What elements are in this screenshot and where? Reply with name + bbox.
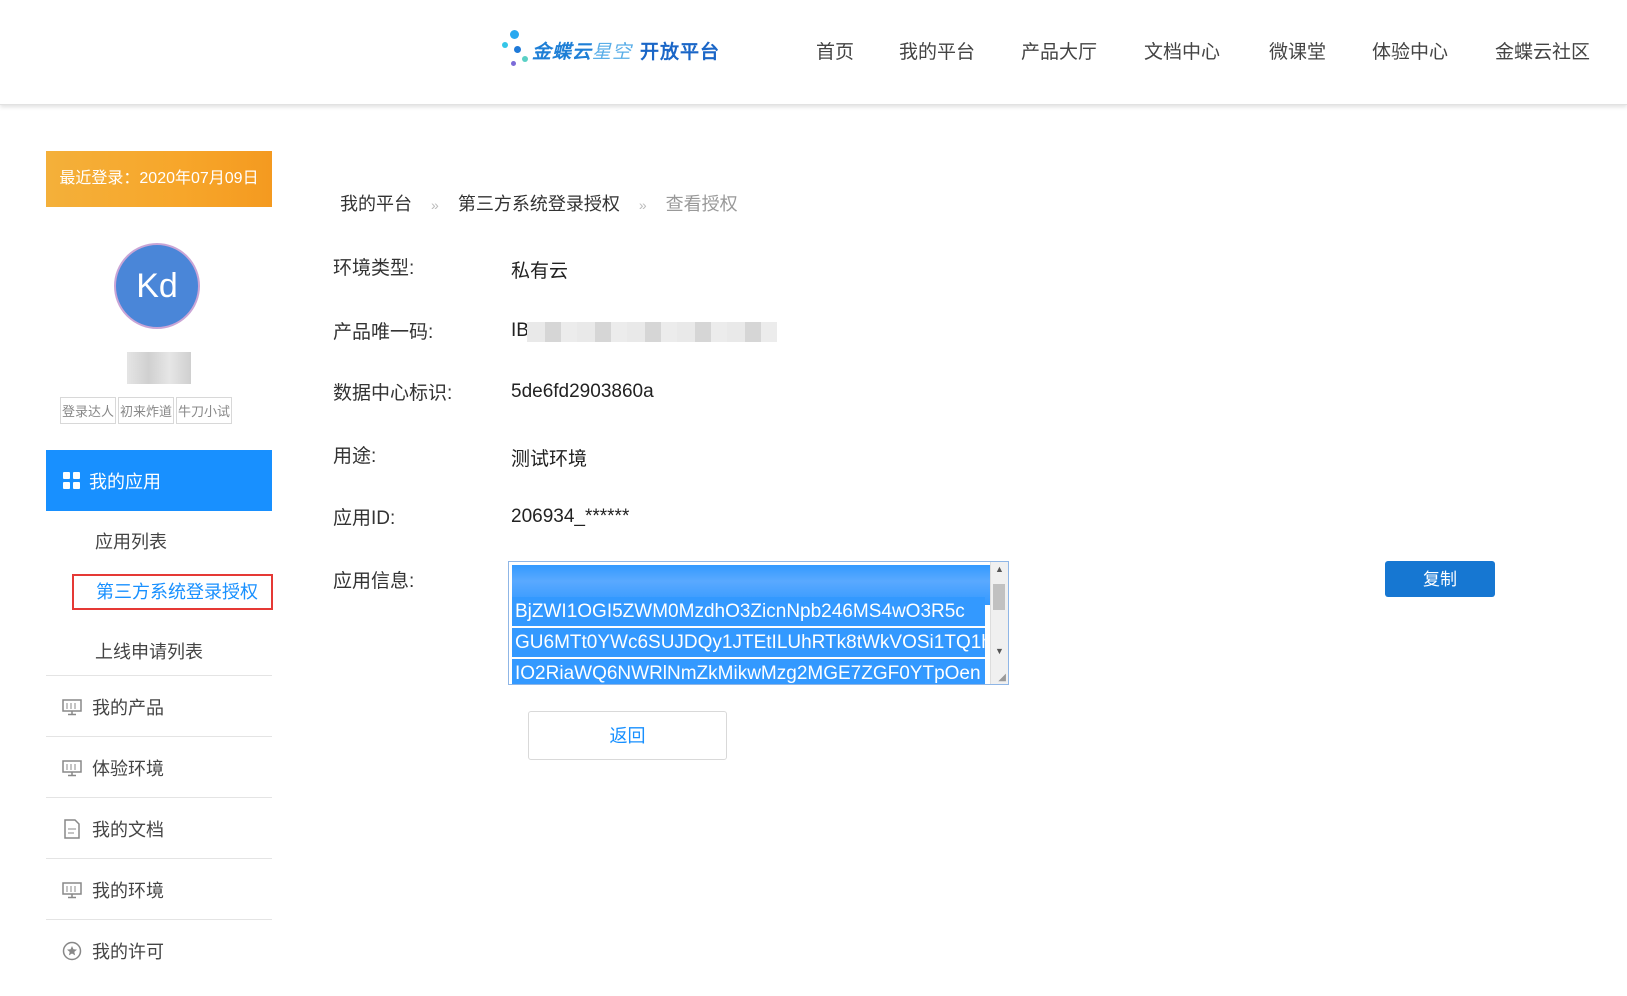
badge: 登录达人 bbox=[60, 397, 117, 424]
textarea-scrollbar[interactable]: ▲ ▼ bbox=[990, 562, 1008, 684]
badge: 初来炸道 bbox=[118, 397, 175, 424]
product-id-redacted bbox=[527, 322, 777, 342]
env-type-label: 环境类型: bbox=[333, 258, 415, 279]
document-icon bbox=[62, 818, 82, 839]
avatar[interactable]: Kd bbox=[114, 243, 200, 329]
app-id-value: 206934_****** bbox=[511, 506, 630, 527]
datacenter-label: 数据中心标识: bbox=[333, 383, 453, 404]
sidebar-item-my-apps[interactable]: 我的应用 bbox=[46, 450, 272, 511]
monitor-icon bbox=[62, 759, 82, 777]
product-id-label: 产品唯一码: bbox=[333, 322, 434, 343]
sidebar-item-my-license[interactable]: 我的许可 bbox=[46, 919, 272, 981]
sidebar-item-label: 我的许可 bbox=[92, 941, 164, 962]
app-info-line: GU6MTt0YWc6SUJDQy1JTEtILUhRTk8tWkVOSi1TQ… bbox=[512, 628, 985, 657]
nav-home[interactable]: 首页 bbox=[816, 37, 854, 64]
monitor-icon bbox=[62, 881, 82, 899]
breadcrumb-third-party-auth[interactable]: 第三方系统登录授权 bbox=[458, 194, 620, 214]
scroll-thumb[interactable] bbox=[993, 584, 1005, 610]
logo-dots-icon bbox=[502, 30, 532, 70]
monitor-icon bbox=[62, 698, 82, 716]
user-badges: 登录达人 初来炸道 牛刀小试 bbox=[60, 397, 233, 424]
usage-label: 用途: bbox=[333, 446, 377, 467]
logo-platform: 开放平台 bbox=[640, 41, 721, 63]
badge: 牛刀小试 bbox=[176, 397, 233, 424]
nav-doc-center[interactable]: 文档中心 bbox=[1144, 37, 1220, 64]
nav-community[interactable]: 金蝶云社区 bbox=[1495, 37, 1590, 64]
top-header: 金蝶云星空 开放平台 首页 我的平台 产品大厅 文档中心 微课堂 体验中心 金蝶云… bbox=[0, 0, 1627, 105]
sidebar-item-my-env[interactable]: 我的环境 bbox=[46, 858, 272, 920]
breadcrumb: 我的平台 » 第三方系统登录授权 » 查看授权 bbox=[340, 190, 738, 216]
back-button[interactable]: 返回 bbox=[528, 711, 727, 760]
sidebar-item-label: 我的文档 bbox=[92, 819, 164, 840]
breadcrumb-my-platform[interactable]: 我的平台 bbox=[340, 194, 412, 214]
nav-experience-center[interactable]: 体验中心 bbox=[1372, 37, 1448, 64]
resize-grip-icon[interactable]: ◢ bbox=[998, 672, 1006, 683]
env-type-value: 私有云 bbox=[511, 261, 569, 282]
logo[interactable]: 金蝶云星空 开放平台 bbox=[502, 30, 720, 70]
last-login-banner: 最近登录：2020年07月09日 bbox=[46, 151, 272, 207]
scroll-up-icon[interactable]: ▲ bbox=[995, 564, 1004, 574]
datacenter-value: 5de6fd2903860a bbox=[511, 381, 654, 402]
sidebar-item-label: 我的产品 bbox=[92, 697, 164, 718]
logo-brand: 金蝶云 bbox=[532, 41, 593, 63]
app-info-line: IO2RiaWQ6NWRlNmZkMikwMzg2MGE7ZGF0YTpOen bbox=[512, 659, 985, 684]
grid-icon bbox=[63, 472, 80, 489]
breadcrumb-current: 查看授权 bbox=[665, 194, 738, 214]
breadcrumb-separator: » bbox=[638, 197, 647, 213]
app-info-textarea[interactable]: BjZWI1OGI5ZWM0MzdhO3ZicnNpb246MS4wO3R5c … bbox=[508, 561, 1009, 685]
username-redacted bbox=[127, 352, 191, 384]
sidebar-item-my-products[interactable]: 我的产品 bbox=[46, 675, 272, 737]
nav-my-platform[interactable]: 我的平台 bbox=[899, 37, 975, 64]
breadcrumb-separator: » bbox=[431, 197, 439, 213]
app-id-label: 应用ID: bbox=[333, 508, 396, 529]
star-badge-icon bbox=[62, 941, 82, 960]
sidebar-item-label: 我的环境 bbox=[92, 880, 164, 901]
submenu-third-party-auth[interactable]: 第三方系统登录授权 bbox=[72, 574, 273, 610]
nav-product-hall[interactable]: 产品大厅 bbox=[1021, 37, 1097, 64]
submenu-launch-requests[interactable]: 上线申请列表 bbox=[95, 638, 203, 664]
nav-micro-class[interactable]: 微课堂 bbox=[1269, 37, 1326, 64]
logo-brand-sub: 星空 bbox=[592, 41, 633, 63]
usage-value: 测试环境 bbox=[511, 449, 588, 470]
sidebar-item-label: 体验环境 bbox=[92, 758, 164, 779]
scroll-down-icon[interactable]: ▼ bbox=[995, 646, 1004, 656]
app-info-line: BjZWI1OGI5ZWM0MzdhO3ZicnNpb246MS4wO3R5c bbox=[512, 597, 985, 626]
copy-button[interactable]: 复制 bbox=[1385, 561, 1495, 597]
sidebar-item-my-docs[interactable]: 我的文档 bbox=[46, 797, 272, 859]
app-info-label: 应用信息: bbox=[333, 571, 415, 592]
sidebar-item-label: 我的应用 bbox=[89, 471, 161, 492]
submenu-app-list[interactable]: 应用列表 bbox=[95, 528, 167, 554]
sidebar-item-experience-env[interactable]: 体验环境 bbox=[46, 736, 272, 798]
